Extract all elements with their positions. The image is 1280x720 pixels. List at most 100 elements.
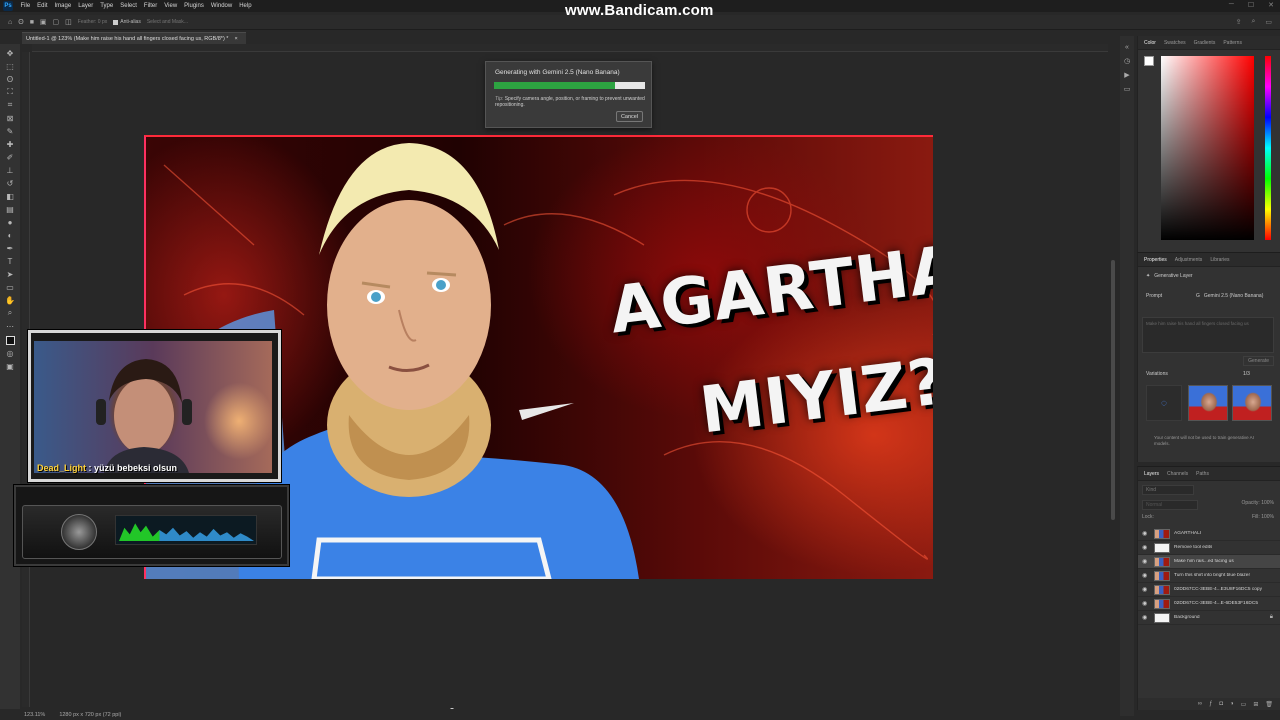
cancel-button[interactable]: Cancel — [616, 111, 643, 122]
tab-channels[interactable]: Channels — [1167, 471, 1188, 477]
tab-swatches[interactable]: Swatches — [1164, 40, 1186, 46]
menu-type[interactable]: Type — [97, 0, 117, 12]
adjustment-layer-icon[interactable]: ◑ — [1230, 701, 1234, 707]
play-actions-icon[interactable]: ▶ — [1124, 71, 1129, 79]
add-selection-icon[interactable]: ▣ — [40, 18, 47, 26]
add-mask-icon[interactable]: ◘ — [1219, 701, 1223, 707]
new-selection-icon[interactable]: ■ — [30, 19, 34, 26]
visibility-eye-icon[interactable]: ◉ — [1142, 544, 1150, 551]
more-tools-icon[interactable]: ⋯ — [4, 321, 16, 331]
menu-window[interactable]: Window — [207, 0, 235, 12]
visibility-eye-icon[interactable]: ◉ — [1142, 530, 1150, 537]
color-picker-field[interactable] — [1161, 56, 1254, 240]
object-selection-tool-icon[interactable]: ⛶ — [4, 87, 16, 97]
eraser-tool-icon[interactable]: ◧ — [4, 191, 16, 201]
variation-thumbnail-1[interactable] — [1188, 385, 1228, 421]
horizontal-ruler[interactable] — [32, 44, 1108, 52]
brush-tool-icon[interactable]: ✐ — [4, 152, 16, 162]
layer-row-selected[interactable]: ◉ Make him rais...ed facing us — [1138, 555, 1280, 569]
model-selector[interactable]: G Gemini 2.5 (Nano Banana) — [1196, 293, 1263, 299]
tab-properties[interactable]: Properties — [1144, 257, 1167, 263]
foreground-color-swatch[interactable] — [5, 336, 15, 345]
tab-libraries[interactable]: Libraries — [1210, 257, 1229, 263]
healing-brush-tool-icon[interactable]: ✚ — [4, 139, 16, 149]
path-selection-tool-icon[interactable]: ➤ — [4, 269, 16, 279]
lasso-tool-icon[interactable]: ʘ — [18, 19, 23, 26]
layer-row[interactable]: ◉ AGARTHALI — [1138, 527, 1280, 541]
hand-tool-icon[interactable]: ✋ — [4, 295, 16, 305]
clone-stamp-tool-icon[interactable]: ⊥ — [4, 165, 16, 175]
zoom-level[interactable]: 123.11% — [24, 712, 45, 718]
variation-thumbnail-2[interactable] — [1232, 385, 1272, 421]
menu-help[interactable]: Help — [236, 0, 255, 12]
comments-icon[interactable]: ▭ — [1124, 85, 1131, 93]
menu-image[interactable]: Image — [51, 0, 75, 12]
menu-view[interactable]: View — [161, 0, 181, 12]
layer-style-icon[interactable]: ƒ — [1209, 701, 1212, 707]
menu-file[interactable]: File — [17, 0, 34, 12]
lock-controls[interactable]: Lock: — [1142, 514, 1154, 520]
frame-tool-icon[interactable]: ⊠ — [4, 113, 16, 123]
tab-patterns[interactable]: Patterns — [1223, 40, 1242, 46]
screen-mode-icon[interactable]: ▣ — [4, 361, 16, 371]
visibility-eye-icon[interactable]: ◉ — [1142, 558, 1150, 565]
move-tool-icon[interactable]: ✥ — [4, 48, 16, 58]
prompt-input[interactable]: Make him raise his hand all fingers clos… — [1142, 317, 1274, 353]
home-icon[interactable]: ⌂ — [8, 19, 12, 26]
share-icon[interactable]: ⇪ — [1236, 18, 1242, 26]
dodge-tool-icon[interactable]: ◐ — [4, 230, 16, 240]
tab-gradients[interactable]: Gradients — [1194, 40, 1216, 46]
crop-tool-icon[interactable]: ⌗ — [4, 100, 16, 110]
menu-filter[interactable]: Filter — [140, 0, 160, 12]
feather-field[interactable]: Feather: 0 px — [78, 19, 107, 25]
history-brush-tool-icon[interactable]: ↺ — [4, 178, 16, 188]
history-panel-icon[interactable]: ◷ — [1124, 57, 1130, 65]
layer-row[interactable]: ◉ Turn this shirt into bright blue blaze… — [1138, 569, 1280, 583]
eyedropper-tool-icon[interactable]: ✎ — [4, 126, 16, 136]
quick-mask-icon[interactable]: ◎ — [4, 348, 16, 358]
minimize-icon[interactable]: ─ — [1229, 1, 1234, 9]
subtract-selection-icon[interactable]: ▢ — [53, 18, 60, 26]
blur-tool-icon[interactable]: ● — [4, 217, 16, 227]
pen-tool-icon[interactable]: ✒ — [4, 243, 16, 253]
tab-paths[interactable]: Paths — [1196, 471, 1209, 477]
layer-row[interactable]: ◉ Background 🔒︎ — [1138, 611, 1280, 625]
close-tab-icon[interactable]: × — [234, 36, 237, 42]
new-layer-icon[interactable]: ⊞ — [1253, 701, 1258, 708]
opacity-control[interactable]: Opacity: 100% — [1241, 500, 1274, 506]
layer-row[interactable]: ◉ 02DD67CC-3EBE-4...E3U8F16DC5 copy — [1138, 583, 1280, 597]
gradient-tool-icon[interactable]: ▤ — [4, 204, 16, 214]
tab-color[interactable]: Color — [1144, 40, 1156, 46]
antialias-checkbox[interactable]: Anti-alias — [113, 19, 141, 25]
layer-filter-search[interactable]: Kind — [1142, 485, 1194, 495]
vertical-scrollbar[interactable] — [1111, 260, 1115, 520]
link-layers-icon[interactable]: ∞ — [1198, 701, 1202, 707]
search-icon[interactable]: ⌕ — [1251, 18, 1255, 26]
close-window-icon[interactable]: ✕ — [1268, 1, 1274, 9]
layer-row[interactable]: ◉ Remove tool edits — [1138, 541, 1280, 555]
menu-select[interactable]: Select — [117, 0, 141, 12]
maximize-icon[interactable]: ☐ — [1248, 1, 1254, 9]
lasso-tool-icon[interactable]: ʘ — [4, 74, 16, 84]
menu-layer[interactable]: Layer — [75, 0, 97, 12]
collapse-panels-icon[interactable]: « — [1125, 44, 1129, 51]
delete-layer-icon[interactable]: 🗑︎ — [1265, 701, 1273, 708]
intersect-selection-icon[interactable]: ◫ — [65, 18, 72, 26]
blend-mode-select[interactable]: Normal — [1142, 500, 1198, 510]
fg-bg-swatches[interactable] — [1144, 56, 1158, 70]
tab-layers[interactable]: Layers — [1144, 471, 1159, 477]
document-tab[interactable]: Untitled-1 @ 123% (Make him raise his ha… — [22, 32, 246, 44]
workspace-icon[interactable]: ▭ — [1265, 18, 1272, 26]
menu-edit[interactable]: Edit — [34, 0, 51, 12]
rectangle-tool-icon[interactable]: ▭ — [4, 282, 16, 292]
generate-button[interactable]: Generate — [1243, 356, 1274, 366]
visibility-eye-icon[interactable]: ◉ — [1142, 572, 1150, 579]
marquee-tool-icon[interactable]: ⬚ — [4, 61, 16, 71]
fill-control[interactable]: Fill: 100% — [1252, 514, 1274, 520]
tab-adjustments[interactable]: Adjustments — [1175, 257, 1203, 263]
foreground-chip[interactable] — [1144, 56, 1154, 66]
visibility-eye-icon[interactable]: ◉ — [1142, 586, 1150, 593]
hue-slider[interactable] — [1265, 56, 1271, 240]
select-and-mask-button[interactable]: Select and Mask... — [147, 19, 188, 25]
visibility-eye-icon[interactable]: ◉ — [1142, 614, 1150, 621]
